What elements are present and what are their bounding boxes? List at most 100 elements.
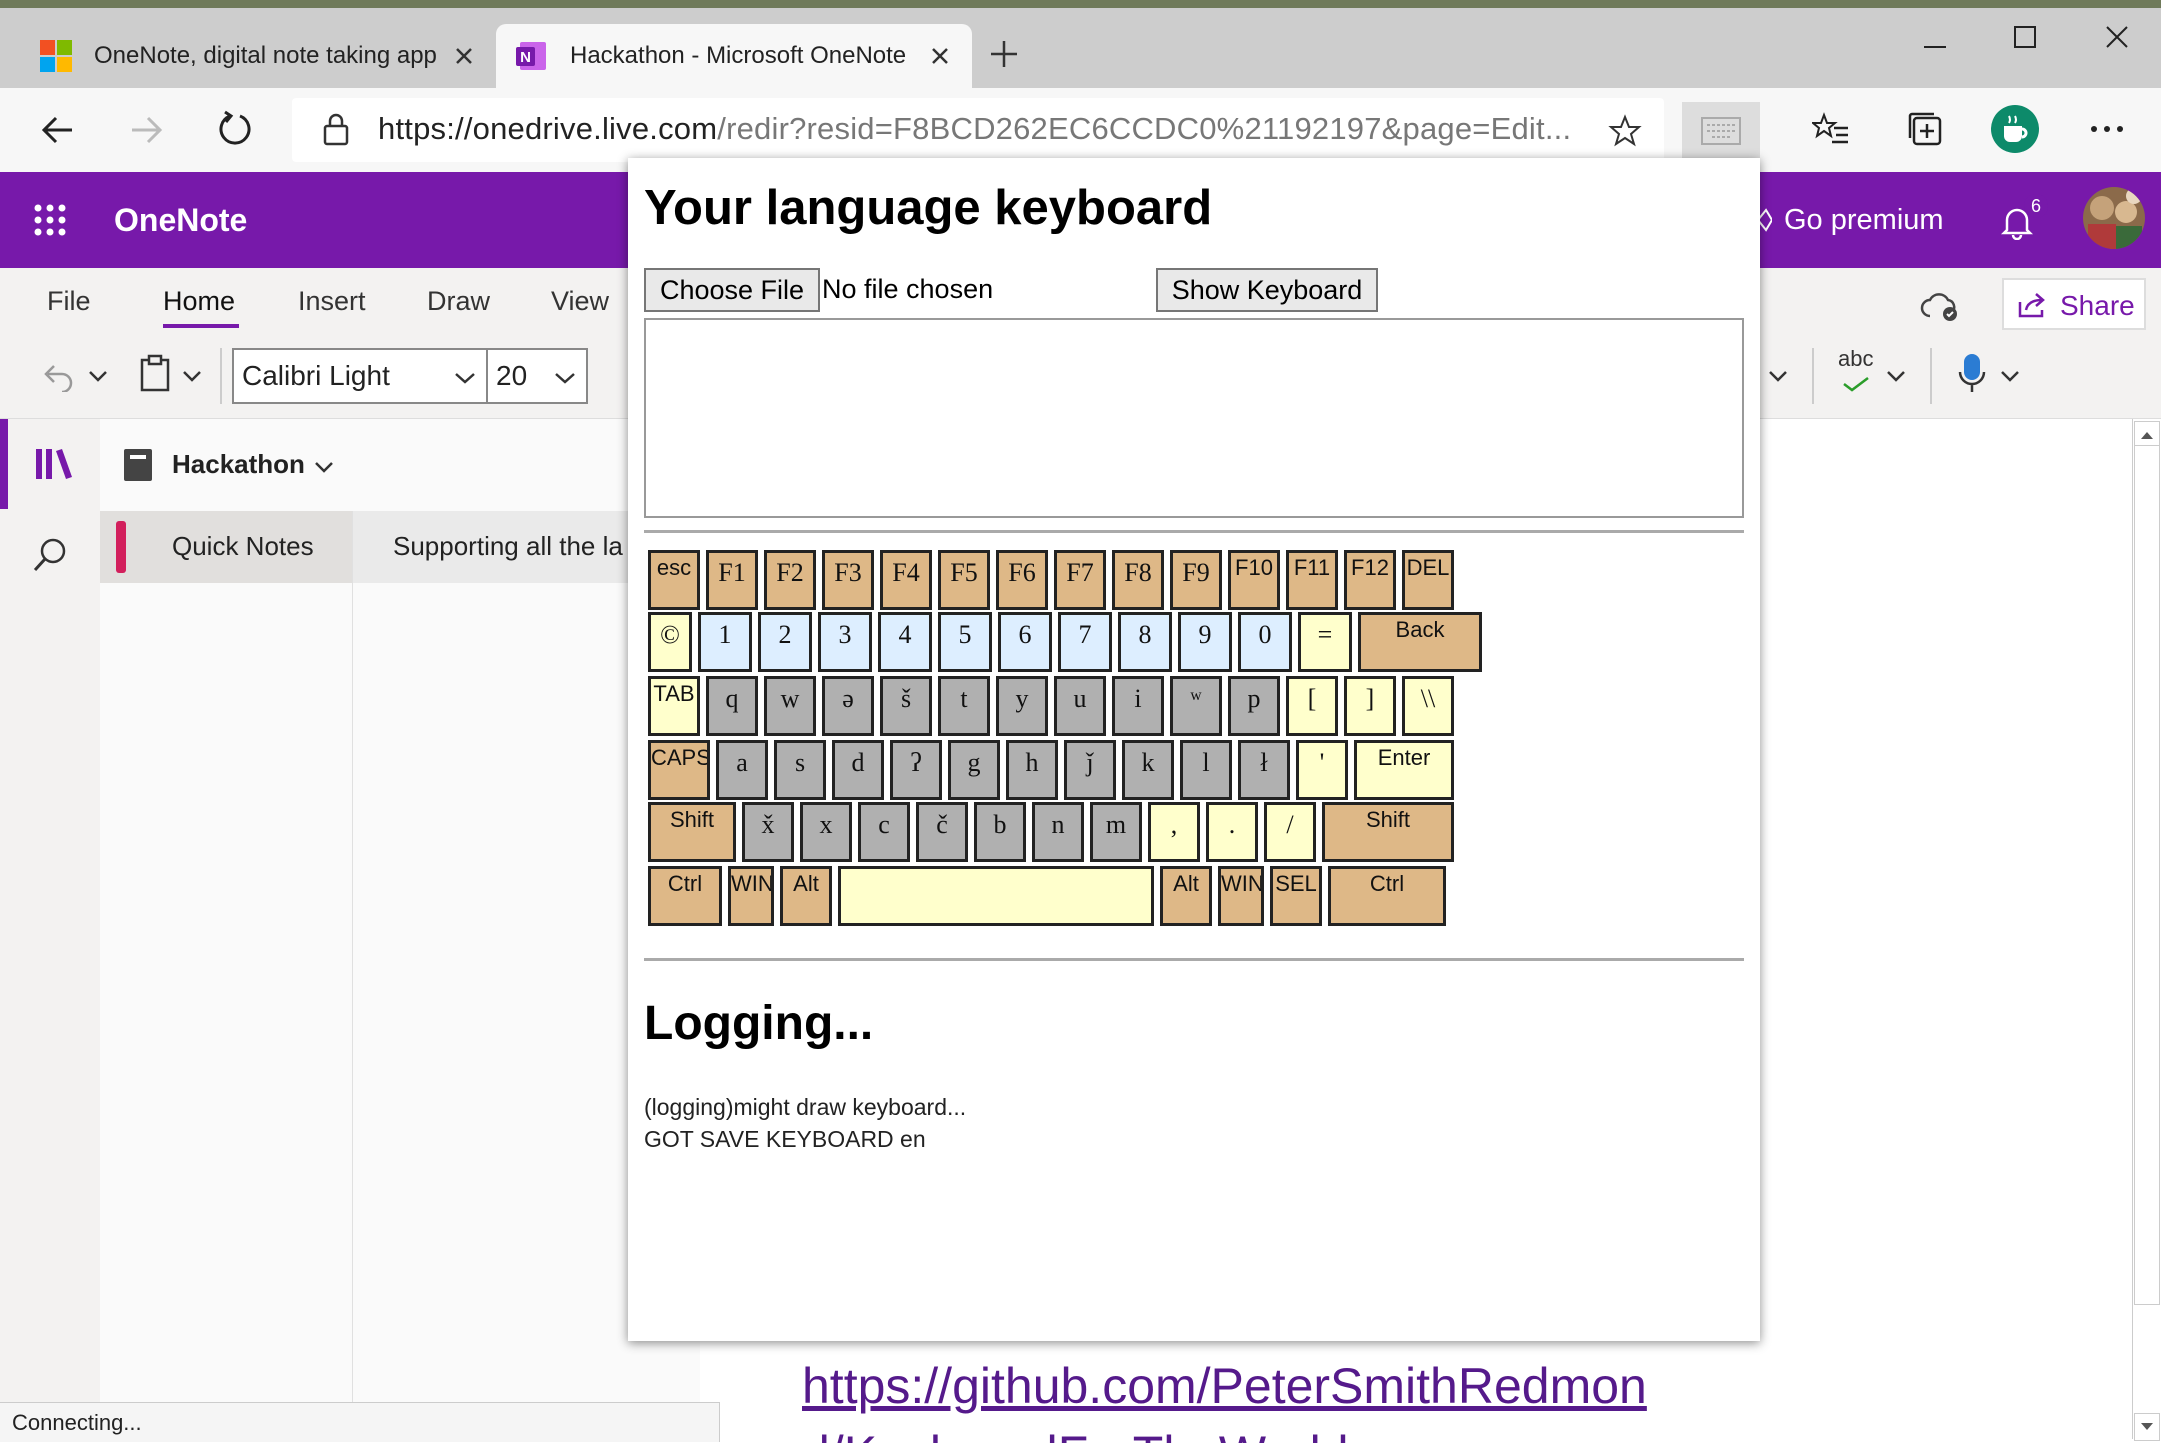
keyboard-key[interactable]: ʔ [890,740,942,800]
github-link-line2[interactable]: d/KeyboardForTheWorld [802,1425,1349,1443]
ribbon-tab-view[interactable]: View [551,286,609,317]
sync-status-icon[interactable] [1920,292,1960,322]
keyboard-key[interactable]: F8 [1112,550,1164,610]
keyboard-key[interactable]: WIN [728,866,774,926]
font-name-dropdown[interactable]: Calibri Light [232,348,488,404]
keyboard-key[interactable]: d [832,740,884,800]
chevron-down-icon[interactable] [1768,370,1788,382]
keyboard-key[interactable]: DEL [1402,550,1454,610]
keyboard-key[interactable]: \\ [1402,676,1454,736]
notebook-name[interactable]: Hackathon [172,449,305,480]
keyboard-key[interactable]: , [1148,802,1200,862]
keyboard-key[interactable]: s [774,740,826,800]
keyboard-key[interactable]: ' [1296,740,1348,800]
keyboard-key[interactable]: Ctrl [1328,866,1446,926]
keyboard-key[interactable]: ł [1238,740,1290,800]
share-button[interactable]: Share [2002,278,2146,330]
keyboard-key[interactable]: Shift [1322,802,1454,862]
ribbon-tab-insert[interactable]: Insert [298,286,366,317]
chevron-down-icon[interactable] [314,461,334,473]
keyboard-key[interactable]: y [996,676,1048,736]
keyboard-key[interactable]: x [800,802,852,862]
keyboard-key[interactable]: b [974,802,1026,862]
close-tab-icon[interactable] [930,46,950,66]
keyboard-key[interactable]: ə [822,676,874,736]
keyboard-key[interactable]: i [1112,676,1164,736]
scrollbar-thumb[interactable] [2134,445,2160,1305]
keyboard-key[interactable]: m [1090,802,1142,862]
keyboard-key[interactable]: 0 [1238,612,1292,672]
keyboard-key[interactable]: / [1264,802,1316,862]
keyboard-key[interactable]: c [858,802,910,862]
keyboard-key[interactable]: 2 [758,612,812,672]
github-link-line1[interactable]: https://github.com/PeterSmithRedmon [802,1357,1647,1415]
keyboard-key[interactable]: t [938,676,990,736]
ribbon-tab-home[interactable]: Home [163,286,235,317]
chevron-down-icon[interactable] [182,370,202,382]
keyboard-key[interactable]: ] [1344,676,1396,736]
search-icon[interactable] [32,537,68,573]
keyboard-key[interactable]: q [706,676,758,736]
clipboard-icon[interactable] [140,354,170,392]
show-keyboard-button[interactable]: Show Keyboard [1156,268,1378,312]
keyboard-key[interactable]: ǰ [1064,740,1116,800]
favorites-icon[interactable] [1812,112,1850,148]
keyboard-key[interactable]: F7 [1054,550,1106,610]
keyboard-key[interactable]: Ctrl [648,866,722,926]
keyboard-key[interactable]: = [1298,612,1352,672]
keyboard-key[interactable]: Alt [780,866,832,926]
keyboard-extension-button[interactable] [1682,102,1760,160]
keyboard-key[interactable]: č [916,802,968,862]
new-tab-icon[interactable] [988,38,1020,70]
keyboard-key[interactable]: w [764,676,816,736]
spelling-label[interactable]: abc [1838,346,1873,372]
keyboard-key[interactable]: F1 [706,550,758,610]
keyboard-key[interactable]: g [948,740,1000,800]
chevron-down-icon[interactable] [1886,370,1906,382]
keyboard-key[interactable]: 1 [698,612,752,672]
keyboard-key[interactable]: h [1006,740,1058,800]
section-item[interactable]: Quick Notes [100,511,352,583]
keyboard-key[interactable]: F9 [1170,550,1222,610]
keyboard-key[interactable]: l [1180,740,1232,800]
favorite-star-icon[interactable] [1608,114,1642,148]
keyboard-key[interactable]: © [648,612,692,672]
tab-onenote-home[interactable]: OneNote, digital note taking app [28,24,488,88]
keyboard-key[interactable]: p [1228,676,1280,736]
keyboard-key[interactable]: F5 [938,550,990,610]
ribbon-tab-file[interactable]: File [47,286,91,317]
keyboard-key[interactable]: Shift [648,802,736,862]
dictate-microphone-icon[interactable] [1958,352,1986,394]
keyboard-key[interactable]: F10 [1228,550,1280,610]
keyboard-key[interactable]: F6 [996,550,1048,610]
undo-icon[interactable] [40,358,76,392]
lock-icon[interactable] [322,112,350,146]
forward-icon[interactable] [128,112,164,148]
chevron-down-icon[interactable] [2000,370,2020,382]
notebooks-icon[interactable] [34,447,74,481]
keyboard-key[interactable]: F12 [1344,550,1396,610]
keyboard-key[interactable]: Back [1358,612,1482,672]
keyboard-key[interactable]: u [1054,676,1106,736]
keyboard-key[interactable]: k [1122,740,1174,800]
keyboard-key[interactable]: F3 [822,550,874,610]
keyboard-key[interactable]: 6 [998,612,1052,672]
font-size-dropdown[interactable]: 20 [486,348,588,404]
go-premium-link[interactable]: Go premium [1784,204,1944,237]
keyboard-key[interactable]: 5 [938,612,992,672]
keyboard-key[interactable]: SEL [1270,866,1322,926]
keyboard-key[interactable]: 9 [1178,612,1232,672]
choose-file-button[interactable]: Choose File [644,268,820,312]
keyboard-key[interactable]: Alt [1160,866,1212,926]
keyboard-key[interactable]: Enter [1354,740,1454,800]
keyboard-key[interactable]: [ [1286,676,1338,736]
user-avatar[interactable] [2082,186,2146,250]
keyboard-key[interactable]: WIN [1218,866,1264,926]
keyboard-key[interactable]: esc [648,550,700,610]
profile-avatar-icon[interactable] [1990,104,2040,154]
app-name[interactable]: OneNote [114,202,247,239]
ribbon-tab-draw[interactable]: Draw [427,286,490,317]
keyboard-key[interactable]: ʷ [1170,676,1222,736]
spelling-check-icon[interactable] [1842,376,1870,392]
tab-hackathon[interactable]: N Hackathon - Microsoft OneNote [496,24,972,88]
